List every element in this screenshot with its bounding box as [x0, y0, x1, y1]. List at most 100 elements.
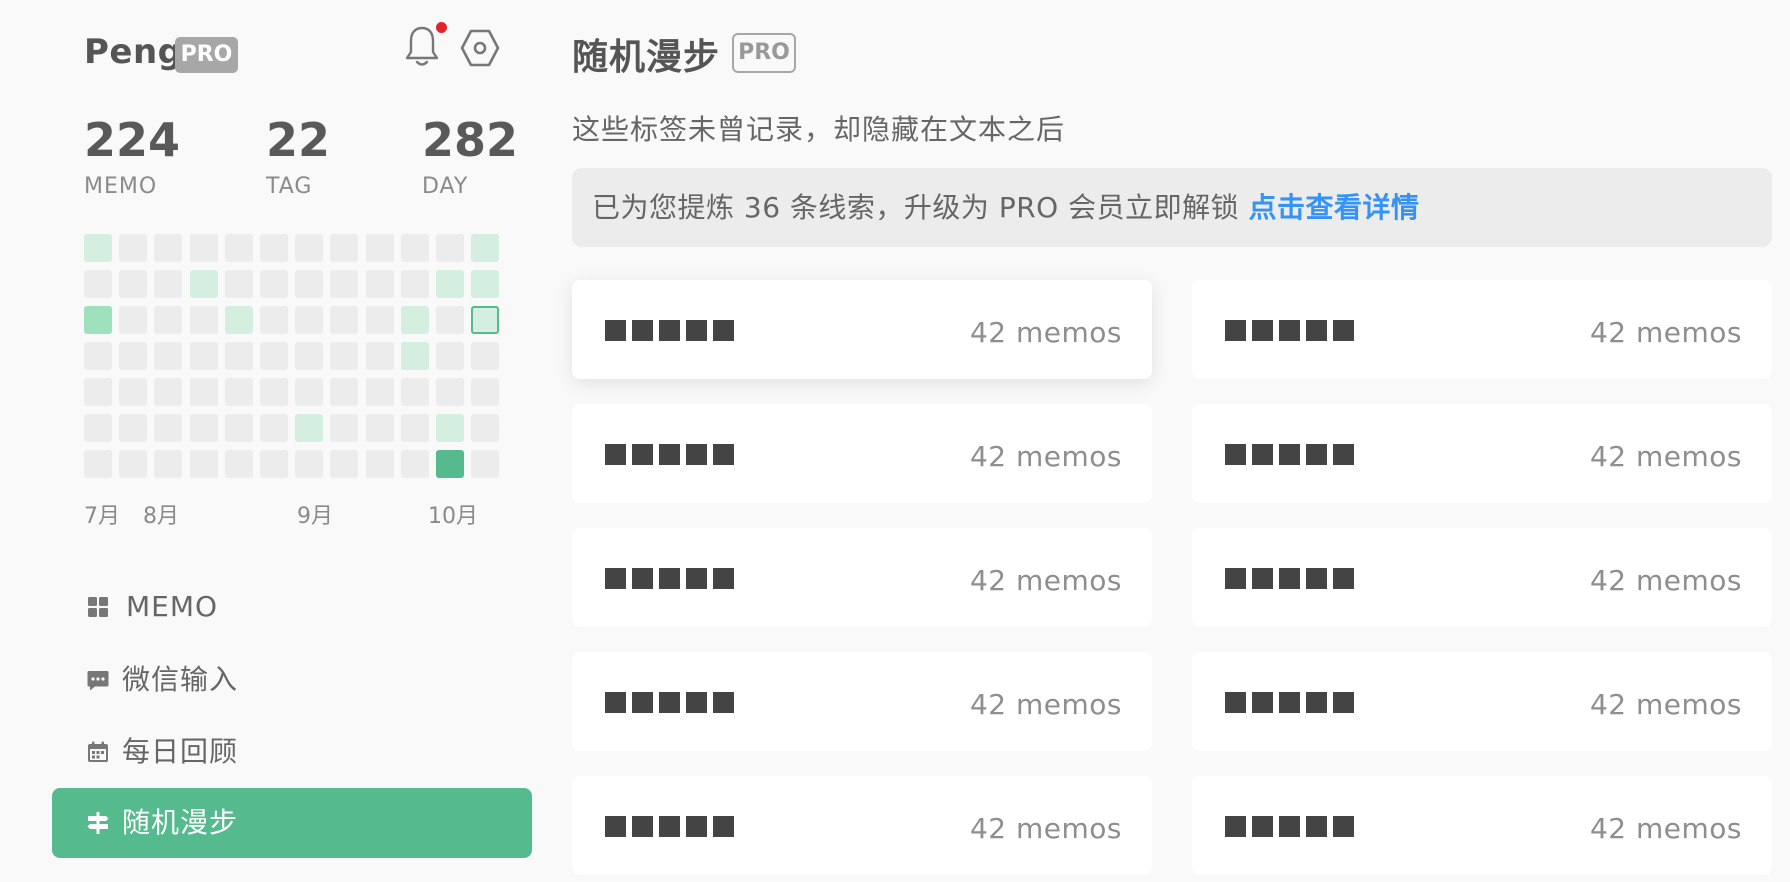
- heatmap-cell[interactable]: [260, 450, 288, 478]
- heatmap-cell[interactable]: [119, 306, 148, 334]
- heatmap-cell[interactable]: [400, 378, 429, 406]
- heatmap-cell[interactable]: [84, 306, 112, 334]
- heatmap-cell[interactable]: [260, 234, 288, 262]
- heatmap-cell[interactable]: [295, 234, 324, 262]
- heatmap-cell[interactable]: [189, 342, 218, 370]
- tag-card[interactable]: 42 memos: [1192, 652, 1772, 751]
- heatmap-cell[interactable]: [365, 270, 394, 298]
- heatmap-cell[interactable]: [471, 450, 500, 478]
- heatmap-cell[interactable]: [224, 270, 253, 298]
- heatmap-cell[interactable]: [365, 342, 394, 370]
- heatmap-cell[interactable]: [436, 342, 464, 370]
- heatmap-cell[interactable]: [330, 450, 359, 478]
- heatmap-cell[interactable]: [471, 234, 500, 262]
- heatmap-cell[interactable]: [436, 450, 464, 478]
- tag-card[interactable]: 42 memos: [1192, 404, 1772, 503]
- gear-icon[interactable]: [460, 28, 500, 68]
- heatmap-cell[interactable]: [84, 342, 112, 370]
- tag-card[interactable]: 42 memos: [1192, 528, 1772, 627]
- heatmap-cell[interactable]: [436, 270, 464, 298]
- heatmap-cell[interactable]: [84, 234, 112, 262]
- heatmap-cell[interactable]: [365, 414, 394, 442]
- heatmap-cell[interactable]: [436, 378, 464, 406]
- heatmap-cell[interactable]: [260, 378, 288, 406]
- heatmap-cell[interactable]: [189, 414, 218, 442]
- heatmap-cell[interactable]: [154, 450, 183, 478]
- heatmap-cell[interactable]: [330, 270, 359, 298]
- heatmap-cell[interactable]: [119, 270, 148, 298]
- heatmap-cell[interactable]: [189, 306, 218, 334]
- heatmap-cell[interactable]: [471, 342, 500, 370]
- heatmap-cell[interactable]: [84, 270, 112, 298]
- heatmap-cell[interactable]: [189, 270, 218, 298]
- heatmap-cell[interactable]: [471, 378, 500, 406]
- heatmap-cell[interactable]: [295, 306, 324, 334]
- heatmap-cell[interactable]: [260, 270, 288, 298]
- heatmap-cell[interactable]: [119, 234, 148, 262]
- tag-card[interactable]: 42 memos: [572, 652, 1152, 751]
- heatmap-cell[interactable]: [365, 306, 394, 334]
- heatmap-cell[interactable]: [400, 234, 429, 262]
- nav-item-random-walk[interactable]: 随机漫步: [52, 788, 532, 858]
- heatmap-cell[interactable]: [295, 378, 324, 406]
- bell-icon[interactable]: [404, 24, 440, 68]
- heatmap-cell[interactable]: [295, 270, 324, 298]
- tag-card[interactable]: 42 memos: [1192, 776, 1772, 875]
- heatmap-cell[interactable]: [400, 306, 429, 334]
- heatmap-cell[interactable]: [260, 306, 288, 334]
- heatmap-cell[interactable]: [224, 306, 253, 334]
- heatmap-cell[interactable]: [260, 342, 288, 370]
- heatmap-cell[interactable]: [471, 270, 500, 298]
- nav-item-memo[interactable]: MEMO: [52, 572, 532, 642]
- tag-card[interactable]: 42 memos: [572, 280, 1152, 379]
- heatmap-cell[interactable]: [189, 450, 218, 478]
- heatmap-cell[interactable]: [400, 450, 429, 478]
- heatmap-cell[interactable]: [471, 306, 500, 334]
- tag-card[interactable]: 42 memos: [1192, 280, 1772, 379]
- view-details-link[interactable]: 点击查看详情: [1249, 191, 1420, 224]
- heatmap-cell[interactable]: [154, 306, 183, 334]
- heatmap-cell[interactable]: [260, 414, 288, 442]
- heatmap-cell[interactable]: [154, 342, 183, 370]
- nav-item-wechat-input[interactable]: 微信输入: [52, 645, 532, 715]
- heatmap-cell[interactable]: [224, 414, 253, 442]
- tag-card[interactable]: 42 memos: [572, 776, 1152, 875]
- heatmap-cell[interactable]: [365, 378, 394, 406]
- heatmap-cell[interactable]: [400, 414, 429, 442]
- heatmap-cell[interactable]: [84, 414, 112, 442]
- heatmap-cell[interactable]: [436, 306, 464, 334]
- heatmap-cell[interactable]: [119, 342, 148, 370]
- heatmap-cell[interactable]: [295, 342, 324, 370]
- heatmap-cell[interactable]: [471, 414, 500, 442]
- heatmap-cell[interactable]: [330, 342, 359, 370]
- heatmap-cell[interactable]: [330, 306, 359, 334]
- nav-item-daily-review[interactable]: 每日回顾: [52, 717, 532, 787]
- heatmap-cell[interactable]: [119, 414, 148, 442]
- heatmap-cell[interactable]: [224, 378, 253, 406]
- heatmap-cell[interactable]: [224, 450, 253, 478]
- heatmap-cell[interactable]: [365, 234, 394, 262]
- heatmap-cell[interactable]: [119, 450, 148, 478]
- heatmap-cell[interactable]: [84, 450, 112, 478]
- heatmap-cell[interactable]: [330, 414, 359, 442]
- heatmap-cell[interactable]: [154, 234, 183, 262]
- tag-card[interactable]: 42 memos: [572, 404, 1152, 503]
- heatmap-cell[interactable]: [119, 378, 148, 406]
- heatmap-cell[interactable]: [295, 414, 324, 442]
- heatmap-cell[interactable]: [365, 450, 394, 478]
- heatmap-cell[interactable]: [330, 234, 359, 262]
- heatmap-cell[interactable]: [295, 450, 324, 478]
- heatmap-cell[interactable]: [84, 378, 112, 406]
- heatmap-cell[interactable]: [224, 234, 253, 262]
- heatmap-cell[interactable]: [154, 414, 183, 442]
- heatmap-cell[interactable]: [436, 234, 464, 262]
- tag-card[interactable]: 42 memos: [572, 528, 1152, 627]
- heatmap-cell[interactable]: [189, 234, 218, 262]
- user-name[interactable]: Peng: [84, 32, 183, 72]
- heatmap-cell[interactable]: [400, 270, 429, 298]
- heatmap-cell[interactable]: [400, 342, 429, 370]
- heatmap-cell[interactable]: [154, 378, 183, 406]
- heatmap-cell[interactable]: [224, 342, 253, 370]
- heatmap-cell[interactable]: [436, 414, 464, 442]
- heatmap-cell[interactable]: [189, 378, 218, 406]
